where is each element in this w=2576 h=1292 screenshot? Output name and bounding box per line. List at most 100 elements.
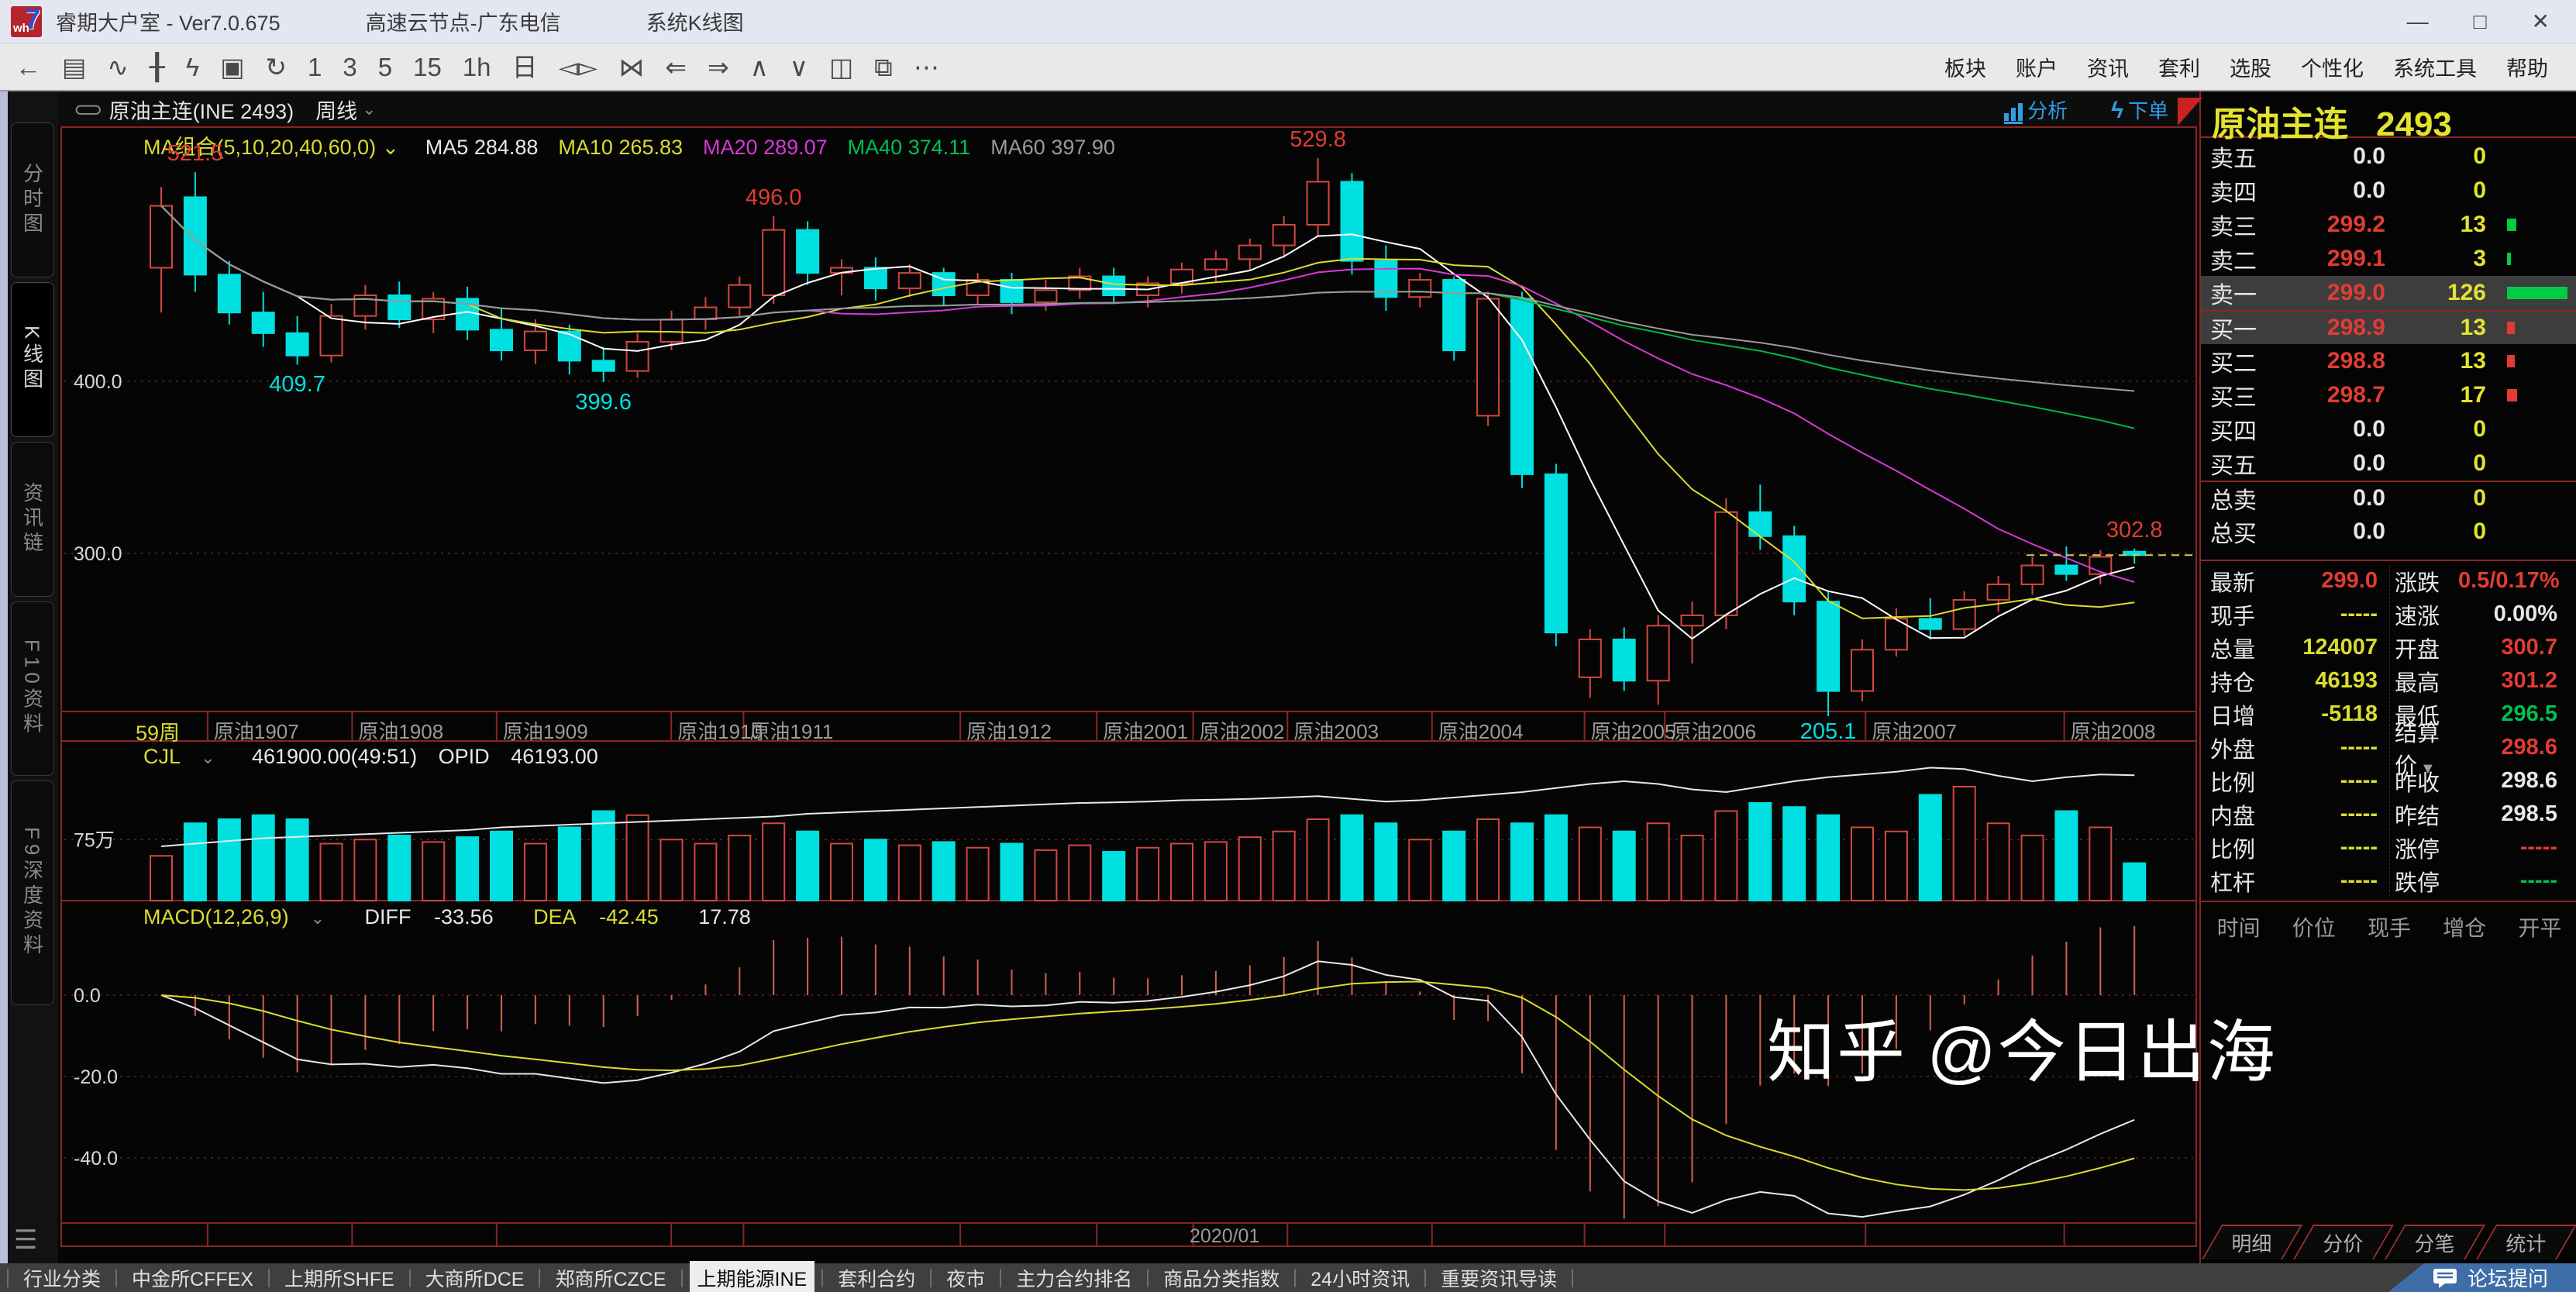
candle-body: [661, 319, 683, 342]
order-book-row: 卖二299.13: [2201, 242, 2576, 276]
candle-body: [1648, 625, 1669, 680]
exchange-tab-3[interactable]: 上期所SHFE: [277, 1261, 402, 1292]
exchange-tab-7[interactable]: 套利合约: [830, 1261, 923, 1292]
refresh-icon[interactable]: ↻: [265, 54, 287, 80]
exchange-tab-10[interactable]: 商品分类指数: [1155, 1261, 1287, 1292]
stat-row: 内盘-----昨结298.5: [2201, 798, 2576, 831]
exchange-tab-6[interactable]: 上期能源INE: [690, 1261, 815, 1292]
compress-icon[interactable]: ⋈: [618, 54, 644, 80]
panel-tab-2[interactable]: 分价: [2293, 1225, 2394, 1259]
period-day-button[interactable]: 日: [512, 54, 538, 80]
save-icon[interactable]: ▣: [220, 54, 244, 80]
zoom-out-icon[interactable]: ◅▻: [559, 54, 598, 80]
more-icon[interactable]: ⋯: [914, 54, 939, 80]
panel-tab-label: 分价: [2323, 1228, 2363, 1257]
volume-bar: [1273, 832, 1295, 901]
page-up-icon[interactable]: ∧: [750, 54, 769, 80]
ma-line-10: [161, 206, 2134, 618]
menu-item-4[interactable]: 套利: [2158, 52, 2200, 82]
tick-col-增仓: 增仓: [2427, 911, 2502, 942]
close-button[interactable]: ✕: [2532, 9, 2550, 34]
volume-bar: [525, 844, 546, 901]
volume-bar: [1886, 832, 1907, 901]
stat-value: 299.0: [2278, 568, 2378, 594]
order-book-row: 卖三299.213: [2201, 208, 2576, 242]
exchange-tab-4[interactable]: 大商所DCE: [418, 1261, 532, 1292]
order-book: 卖五0.00卖四0.00卖三299.213卖二299.13卖一299.0126买…: [2201, 140, 2576, 549]
sidebar-menu-icon[interactable]: ☰: [14, 1225, 37, 1256]
sidebar-tab-2[interactable]: K线图: [11, 282, 54, 437]
quote-board-icon[interactable]: ▤: [62, 54, 86, 80]
stat-value: 296.5: [2458, 701, 2557, 727]
book-volume: 13: [2385, 212, 2486, 238]
stat-value: 298.6: [2458, 768, 2557, 794]
macd-dea: DEA -42.45: [533, 905, 676, 929]
exchange-tab-5[interactable]: 郑商所CZCE: [547, 1261, 673, 1292]
sidebar-tab-5[interactable]: F9深度资料: [11, 780, 54, 1005]
panel-tab-1[interactable]: 明细: [2202, 1225, 2302, 1259]
kline-icon[interactable]: ╂: [150, 54, 165, 80]
menu-item-7[interactable]: 系统工具: [2393, 52, 2477, 82]
back-icon[interactable]: ←: [15, 54, 41, 80]
layout-icon[interactable]: ◫: [829, 54, 853, 80]
book-volume: 0: [2385, 485, 2486, 512]
stat-label: 日增: [2201, 698, 2278, 731]
price-annotation: 521.5: [167, 141, 224, 167]
quote-instrument-name: 原油主连: [2212, 96, 2348, 146]
tick-col-时间: 时间: [2201, 911, 2276, 942]
menu-item-2[interactable]: 账户: [2016, 52, 2058, 82]
tick-flash-icon[interactable]: ϟ: [186, 54, 199, 80]
exchange-tab-1[interactable]: 行业分类: [15, 1261, 108, 1292]
minimize-button[interactable]: —: [2407, 9, 2429, 34]
period-count-label: 59周: [136, 716, 180, 746]
toolbar-icons: ← ▤ ∿ ╂ ϟ ▣ ↻ 135 15 1h 日 ◅▻ ⋈ ⇐ ⇒ ∧ ∨ ◫ ⧉ ⋯: [0, 54, 939, 80]
exchange-tab-2[interactable]: 中金所CFFEX: [124, 1261, 261, 1292]
quote-panel-tabs: 明细分价分笔统计: [2201, 1225, 2576, 1259]
menu-item-6[interactable]: 个性化: [2301, 52, 2364, 82]
order-book-row: 买二298.813: [2201, 344, 2576, 378]
book-level-label: 卖四: [2210, 174, 2285, 208]
sidebar-tab-1[interactable]: 分时图: [11, 122, 54, 277]
period-15-button[interactable]: 15: [413, 54, 442, 80]
book-price: 0.0: [2285, 416, 2385, 443]
x-axis-label-6: 原油1912: [966, 716, 1052, 745]
exchange-tab-9[interactable]: 主力合约排名: [1008, 1261, 1140, 1292]
macd-axis-label: 0.0: [74, 985, 101, 1007]
macd-selector[interactable]: MACD(12,26,9)⌄: [143, 905, 342, 929]
menu-item-5[interactable]: 选股: [2230, 52, 2271, 82]
volume-bar: [1988, 823, 2009, 901]
exchange-tab-8[interactable]: 夜市: [938, 1261, 993, 1292]
period-3-button[interactable]: 3: [343, 54, 356, 80]
panel-tab-4[interactable]: 统计: [2476, 1225, 2576, 1259]
page-down-icon[interactable]: ∨: [790, 54, 808, 80]
period-1-button[interactable]: 1: [308, 54, 322, 80]
volume-bar: [831, 844, 852, 901]
menu-item-3[interactable]: 资讯: [2087, 52, 2129, 82]
app-title: 睿期大户室 - Ver7.0.675: [56, 6, 281, 36]
candle-body: [1579, 639, 1601, 677]
trend-line-icon[interactable]: ∿: [107, 54, 129, 80]
period-1h-button[interactable]: 1h: [463, 54, 491, 80]
candle-body: [1715, 512, 1737, 615]
candle-body: [2022, 566, 2044, 584]
candle-body: [1307, 181, 1329, 225]
maximize-button[interactable]: □: [2474, 9, 2487, 34]
menu-item-1[interactable]: 板块: [1944, 52, 1986, 82]
cjl-selector[interactable]: CJL⌄: [143, 745, 230, 768]
candle-body: [1035, 290, 1056, 302]
menu-item-8[interactable]: 帮助: [2506, 52, 2548, 82]
exchange-tab-12[interactable]: 重要资讯导读: [1433, 1261, 1565, 1292]
prev-icon[interactable]: ⇐: [665, 54, 687, 80]
stat-label: 比例: [2201, 765, 2278, 798]
forum-question-button[interactable]: 论坛提问: [2388, 1263, 2576, 1292]
exchange-tab-11[interactable]: 24小时资讯: [1303, 1261, 1417, 1292]
sidebar-tab-4[interactable]: F10资料: [11, 601, 54, 776]
stat-value: -----: [2278, 868, 2378, 894]
windows-icon[interactable]: ⧉: [874, 54, 893, 80]
period-5-button[interactable]: 5: [378, 54, 392, 80]
quote-marker-icon: [2178, 98, 2202, 126]
book-price: 298.7: [2285, 382, 2385, 408]
next-icon[interactable]: ⇒: [708, 54, 729, 80]
panel-tab-3[interactable]: 分笔: [2385, 1225, 2485, 1259]
sidebar-tab-3[interactable]: 资讯链: [11, 442, 54, 597]
